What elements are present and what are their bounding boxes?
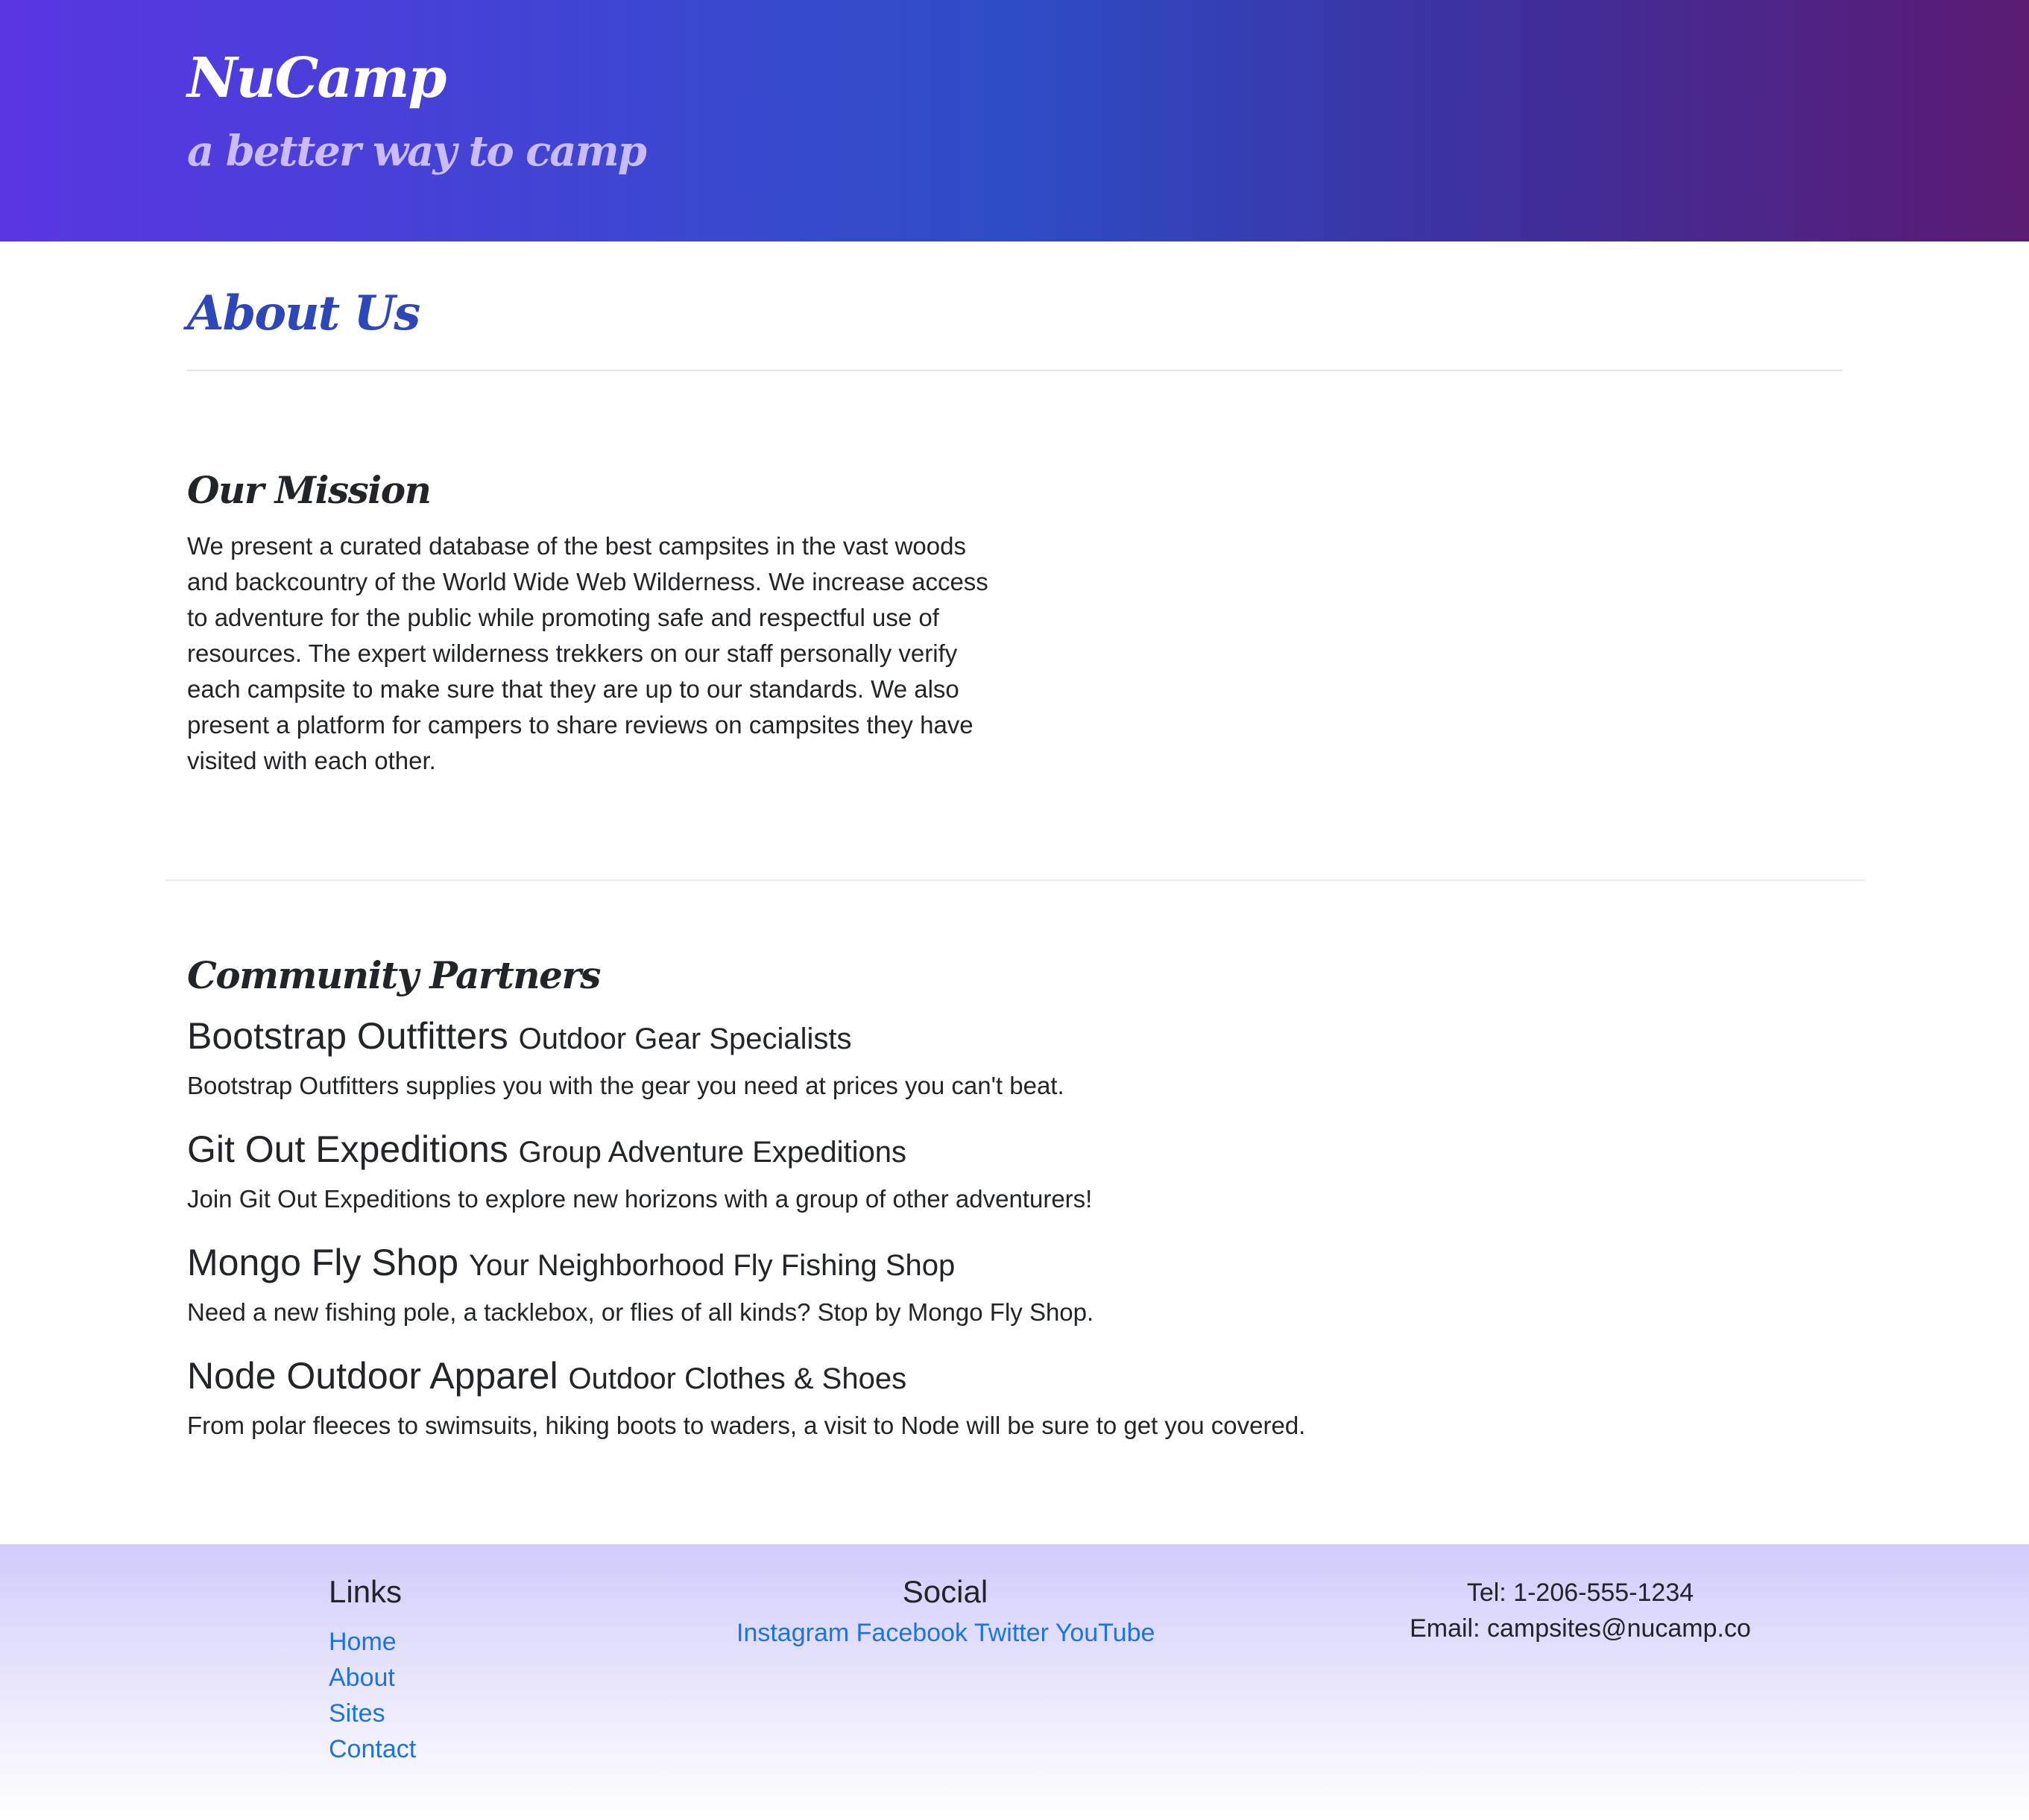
- footer-social-heading: Social: [902, 1574, 988, 1609]
- footer-link-home[interactable]: Home: [329, 1628, 397, 1657]
- brand-title: NuCamp: [187, 46, 446, 110]
- partner-title: Bootstrap Outfitters Outdoor Gear Specia…: [187, 1014, 852, 1058]
- site-footer: Links Home About Sites Contact Social In…: [0, 1544, 2029, 1820]
- partner-subtitle: Outdoor Gear Specialists: [518, 1023, 852, 1055]
- partner-title: Git Out Expeditions Group Adventure Expe…: [187, 1128, 906, 1171]
- partner-description: Need a new fishing pole, a tacklebox, or…: [187, 1298, 1094, 1326]
- partner-name: Bootstrap Outfitters: [187, 1015, 508, 1057]
- social-link-facebook[interactable]: Facebook: [856, 1619, 968, 1647]
- footer-links-heading: Links: [329, 1574, 403, 1609]
- partner-subtitle: Your Neighborhood Fly Fishing Shop: [469, 1249, 956, 1282]
- partners-heading: Community Partners: [187, 953, 601, 997]
- social-links: Instagram Facebook Twitter YouTube: [736, 1619, 1155, 1648]
- contact-email: Email: campsites@nucamp.co: [1410, 1614, 1751, 1643]
- social-link-twitter[interactable]: Twitter: [974, 1619, 1049, 1647]
- mission-text: We present a curated database of the bes…: [187, 532, 988, 774]
- mission-heading: Our Mission: [187, 468, 432, 512]
- partner-subtitle: Outdoor Clothes & Shoes: [568, 1362, 907, 1395]
- partner-description: Bootstrap Outfitters supplies you with t…: [187, 1072, 1064, 1099]
- footer-link-sites[interactable]: Sites: [329, 1699, 385, 1728]
- partner-description: From polar fleeces to swimsuits, hiking …: [187, 1412, 1306, 1439]
- footer-link-about[interactable]: About: [329, 1663, 395, 1693]
- partner-name: Git Out Expeditions: [187, 1128, 508, 1170]
- section-divider: [165, 879, 1865, 881]
- partner-title: Mongo Fly Shop Your Neighborhood Fly Fis…: [187, 1241, 955, 1284]
- partner-name: Mongo Fly Shop: [187, 1242, 459, 1283]
- partner-subtitle: Group Adventure Expeditions: [518, 1136, 907, 1169]
- partner-title: Node Outdoor Apparel Outdoor Clothes & S…: [187, 1354, 906, 1397]
- header-jumbotron: NuCamp a better way to camp: [0, 0, 2029, 241]
- partner-description: Join Git Out Expeditions to explore new …: [187, 1185, 1093, 1213]
- footer-link-contact[interactable]: Contact: [329, 1735, 416, 1764]
- social-link-instagram[interactable]: Instagram: [736, 1619, 849, 1647]
- contact-tel: Tel: 1-206-555-1234: [1466, 1579, 1694, 1607]
- brand-tagline: a better way to camp: [187, 127, 647, 176]
- partner-name: Node Outdoor Apparel: [187, 1355, 558, 1397]
- social-link-youtube[interactable]: YouTube: [1055, 1619, 1155, 1647]
- page-title: About Us: [187, 285, 420, 341]
- title-divider: [187, 370, 1843, 371]
